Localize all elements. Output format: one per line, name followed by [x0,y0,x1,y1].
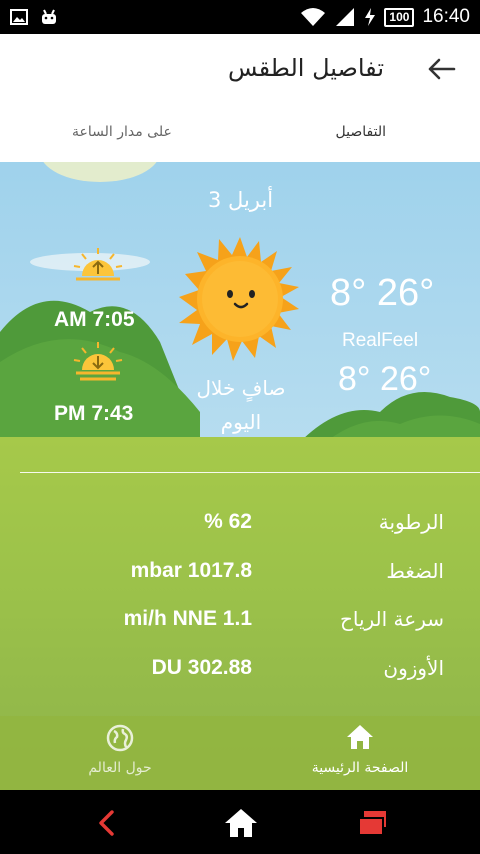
detail-label: الأوزون [383,656,444,680]
tab-hourly[interactable]: على مدار الساعة [72,124,172,140]
charging-icon [365,8,376,26]
realfeel-temperature: 8° 26° [338,360,432,398]
system-back-icon[interactable] [96,810,118,836]
gallery-notification-icon [10,9,28,25]
sunrise-icon [73,248,123,281]
nav-home-label: الصفحة الرئيسية [311,760,409,776]
sunset-icon [73,342,123,381]
detail-row-wind: سرعة الرياح mi/h NNE 1.1 [0,607,480,655]
detail-value: DU 302.88 [151,656,252,679]
status-bar: 100 16:40 [0,0,480,34]
sunset-time: PM 7:43 [54,402,134,425]
detail-value: % 62 [204,510,252,533]
detail-row-ozone: الأوزون DU 302.88 [0,656,480,704]
nav-home[interactable]: الصفحة الرئيسية [280,716,440,790]
sunny-weather-icon [179,237,299,361]
realfeel-label: RealFeel [342,330,419,351]
forecast-date: 3 أبريل [208,188,274,212]
detail-row-humidity: الرطوبة % 62 [0,510,480,558]
weather-condition: صافٍ خلال اليوم [196,376,286,434]
detail-value: mbar 1017.8 [130,559,252,582]
nav-world[interactable]: حول العالم [40,716,200,790]
temperature: 8° 26° [330,272,435,314]
bottom-navigation: الصفحة الرئيسية حول العالم [0,716,480,790]
battery-indicator: 100 [384,7,415,27]
detail-label: الضغط [386,559,444,583]
detail-value: mi/h NNE 1.1 [123,607,252,630]
tab-details[interactable]: التفاصيل [336,124,386,140]
divider [20,472,480,473]
back-arrow-icon[interactable] [426,54,456,84]
detail-label: سرعة الرياح [339,607,444,631]
page-title: تفاصيل الطقس [228,54,384,82]
recent-apps-icon[interactable] [358,810,388,836]
system-home-icon[interactable] [224,808,258,838]
sunrise-time: AM 7:05 [54,308,135,331]
app-bar: تفاصيل الطقس التفاصيل على مدار الساعة [0,34,480,162]
nav-world-label: حول العالم [88,760,152,776]
android-notification-icon [42,9,56,24]
weather-scene: 3 أبريل 8° 26° RealFeel 8° 26° صافٍ خلال… [0,162,480,790]
wifi-icon [301,8,326,26]
status-time: 16:40 [422,6,470,27]
system-navigation-bar [0,790,480,854]
detail-label: الرطوبة [378,510,444,534]
globe-icon [106,724,134,752]
detail-row-pressure: الضغط mbar 1017.8 [0,559,480,607]
home-icon [347,725,373,749]
signal-icon [336,8,355,26]
